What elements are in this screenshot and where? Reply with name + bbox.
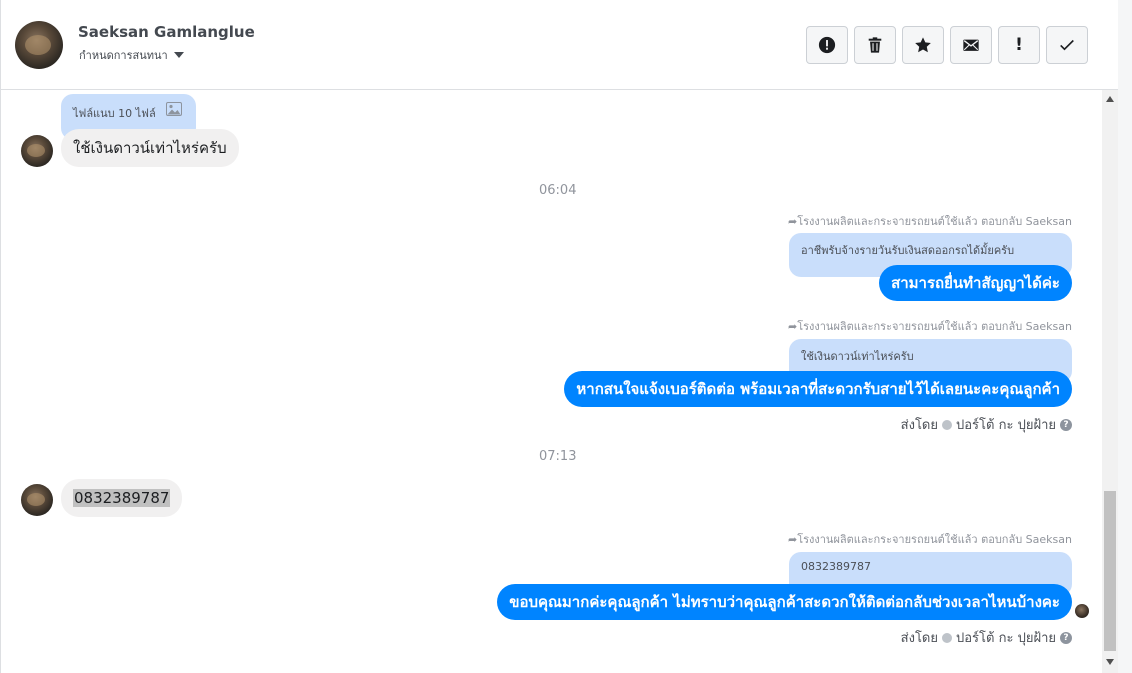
outgoing-message[interactable]: หากสนใจแจ้งเบอร์ติดต่อ พร้อมเวลาที่สะดวก… (564, 371, 1072, 407)
timestamp: 06:04 (539, 183, 577, 198)
star-button[interactable] (902, 26, 944, 64)
caret-down-icon (173, 52, 184, 58)
reply-label: ➦โรงงานผลิตและกระจายรถยนต์ใช้แล้ว ตอบกลั… (788, 212, 1072, 230)
reply-arrow-icon: ➦ (787, 215, 798, 228)
conversation-panel: Saeksan Gamlanglue กำหนดการสนทนา ! ไฟล์แ… (0, 0, 1119, 673)
report-button[interactable] (806, 26, 848, 64)
incoming-message[interactable]: 0832389787 (61, 479, 183, 517)
assign-conversation-label: กำหนดการสนทนา (79, 49, 168, 62)
mark-done-button[interactable] (1046, 26, 1088, 64)
sent-by-name[interactable]: ปอร์โต้ กะ ปุยฝ้าย (956, 414, 1056, 435)
delete-button[interactable] (854, 26, 896, 64)
quoted-attachment-text: ไฟล์แนบ 10 ไฟล์ (73, 107, 156, 120)
scroll-up-arrow-icon[interactable] (1106, 96, 1114, 102)
avatar[interactable] (15, 21, 63, 69)
reply-label: ➦โรงงานผลิตและกระจายรถยนต์ใช้แล้ว ตอบกลั… (788, 530, 1072, 548)
help-icon[interactable]: ? (1060, 631, 1072, 644)
scrollbar[interactable] (1102, 90, 1118, 673)
message-text: สามารถยื่นทำสัญญาได้ค่ะ (891, 274, 1060, 292)
scroll-down-arrow-icon[interactable] (1106, 659, 1114, 665)
sent-by: ส่งโดย ปอร์โต้ กะ ปุยฝ้าย ? (901, 627, 1072, 648)
reply-label-text: โรงงานผลิตและกระจายรถยนต์ใช้แล้ว ตอบกลับ… (797, 215, 1072, 228)
outgoing-message[interactable]: ขอบคุณมากค่ะคุณลูกค้า ไม่ทราบว่าคุณลูกค้… (497, 584, 1072, 620)
checkmark-icon (1060, 39, 1074, 51)
quoted-message-text: 0832389787 (801, 560, 871, 573)
scrollbar-thumb[interactable] (1104, 491, 1116, 651)
reply-label-text: โรงงานผลิตและกระจายรถยนต์ใช้แล้ว ตอบกลับ… (797, 320, 1072, 333)
incoming-message[interactable]: ใช้เงินดาวน์เท่าไหร่ครับ (61, 129, 239, 167)
help-icon[interactable]: ? (1060, 418, 1072, 431)
avatar[interactable] (21, 135, 53, 167)
quoted-message-text: ใช้เงินดาวน์เท่าไหร่ครับ (801, 350, 914, 363)
message-text: ขอบคุณมากค่ะคุณลูกค้า ไม่ทราบว่าคุณลูกค้… (509, 593, 1060, 611)
outgoing-message[interactable]: สามารถยื่นทำสัญญาได้ค่ะ (879, 265, 1072, 301)
sent-by-name[interactable]: ปอร์โต้ กะ ปุยฝ้าย (956, 627, 1056, 648)
image-icon (165, 102, 182, 116)
sent-by-prefix: ส่งโดย (900, 418, 938, 433)
message-text: หากสนใจแจ้งเบอร์ติดต่อ พร้อมเวลาที่สะดวก… (576, 380, 1060, 398)
check-circle-icon (942, 632, 952, 643)
sent-by: ส่งโดย ปอร์โต้ กะ ปุยฝ้าย ? (901, 414, 1072, 435)
reply-arrow-icon: ➦ (787, 533, 798, 546)
timestamp: 07:13 (539, 449, 577, 464)
conversation-toolbar: ! (806, 26, 1088, 64)
sent-by-prefix: ส่งโดย (900, 631, 938, 646)
quoted-message-text: อาชีพรับจ้างรายวันรับเงินสดออกรถได้มั้ยค… (801, 244, 1015, 257)
window-edge (1118, 0, 1132, 673)
contact-name[interactable]: Saeksan Gamlanglue (78, 23, 255, 41)
message-thread: ไฟล์แนบ 10 ไฟล์ ใช้เงินดาวน์เท่าไหร่ครับ… (1, 90, 1101, 673)
conversation-header: Saeksan Gamlanglue กำหนดการสนทนา ! (1, 0, 1119, 90)
follow-up-button[interactable]: ! (998, 26, 1040, 64)
star-icon (915, 37, 931, 53)
message-text: ใช้เงินดาวน์เท่าไหร่ครับ (73, 139, 227, 157)
exclamation-icon: ! (1015, 35, 1023, 55)
reply-arrow-icon: ➦ (787, 320, 798, 333)
assign-conversation-dropdown[interactable]: กำหนดการสนทนา (79, 46, 184, 64)
mark-unread-button[interactable] (950, 26, 992, 64)
reply-label-text: โรงงานผลิตและกระจายรถยนต์ใช้แล้ว ตอบกลับ… (797, 533, 1072, 546)
seen-avatar (1075, 604, 1089, 618)
check-circle-icon (942, 419, 952, 430)
alert-circle-icon (818, 36, 836, 54)
trash-icon (868, 37, 882, 53)
message-text: 0832389787 (73, 489, 171, 507)
envelope-icon (963, 39, 979, 51)
reply-label: ➦โรงงานผลิตและกระจายรถยนต์ใช้แล้ว ตอบกลั… (788, 317, 1072, 335)
avatar[interactable] (21, 484, 53, 516)
